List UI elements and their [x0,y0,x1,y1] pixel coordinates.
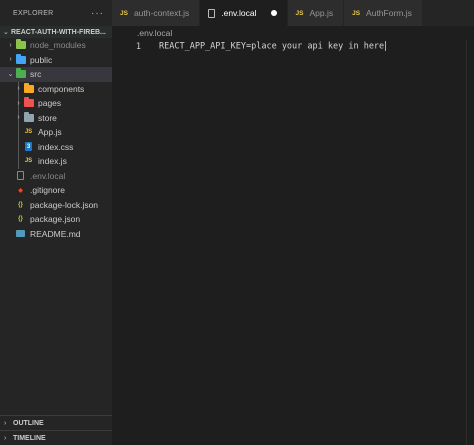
timeline-panel-header[interactable]: › TIMELINE [0,430,112,445]
js-file-icon: JS [352,9,361,17]
components-folder-icon [23,82,34,93]
editor-scrollbar[interactable] [466,40,474,445]
js-file-icon: JS [120,9,128,17]
tree-item-label: README.md [30,228,81,239]
workspace-root-label: REACT-AUTH-WITH-FIREB... [11,28,106,36]
tab-label: auth-context.js [133,8,190,18]
node-modules-folder-icon [15,39,26,50]
js-file-icon: JS [24,129,33,136]
css-file-icon: 3 [25,142,32,152]
outline-label: OUTLINE [13,419,44,427]
tree-item-app-js[interactable]: JS App.js [0,125,112,140]
js-file-icon: JS [295,9,304,17]
tree-item-label: store [38,112,57,123]
tree-item-index-css[interactable]: 3 index.css [0,140,112,155]
chevron-right-icon: › [9,41,12,49]
tree-item-label: package.json [30,214,81,225]
workspace-root[interactable]: ⌄ REACT-AUTH-WITH-FIREB... [0,26,112,38]
line-text[interactable]: REACT_APP_API_KEY=place your api key in … [159,41,387,52]
tab-auth-context-js[interactable]: JS auth-context.js [112,0,201,26]
file-icon [17,171,24,181]
code-editor[interactable]: 1 REACT_APP_API_KEY=place your api key i… [112,40,474,445]
text-cursor [385,41,387,52]
file-tree: › node_modules › public ⌄ src › componen… [0,38,112,241]
outline-panel-header[interactable]: › OUTLINE [0,415,112,430]
js-file-icon: JS [24,158,33,165]
timeline-label: TIMELINE [13,434,46,442]
chevron-down-icon: ⌄ [3,29,9,36]
tree-item-index-js[interactable]: JS index.js [0,154,112,169]
tab-authform-js[interactable]: JS AuthForm.js [344,0,423,26]
chevron-right-icon: › [17,114,20,122]
tree-item-label: pages [38,98,62,109]
readme-icon [16,230,25,238]
tab-app-js[interactable]: JS App.js [287,0,345,26]
json-file-icon: {} [18,201,23,208]
tree-item-label: .env.local [30,170,66,181]
explorer-sidebar: EXPLORER ··· ⌄ REACT-AUTH-WITH-FIREB... … [0,0,112,445]
tab-label: AuthForm.js [366,8,412,18]
unsaved-dot-icon[interactable] [270,10,277,16]
code-line[interactable]: 1 REACT_APP_API_KEY=place your api key i… [112,40,474,53]
tree-item-label: .gitignore [30,185,65,196]
more-actions-icon[interactable]: ··· [91,8,104,19]
tree-item-src[interactable]: ⌄ src [0,67,112,82]
chevron-right-icon: › [4,419,7,427]
tree-item-pages[interactable]: › pages [0,96,112,111]
tree-item-package-json[interactable]: {} package.json [0,212,112,227]
tree-item-label: index.css [38,141,74,152]
pages-folder-icon [23,97,34,108]
chevron-right-icon: › [9,56,12,64]
src-folder-icon [15,68,26,79]
tree-item-gitignore[interactable]: ◆ .gitignore [0,183,112,198]
tree-item-components[interactable]: › components [0,82,112,97]
tree-item-label: src [30,69,42,80]
chevron-down-icon: ⌄ [7,71,14,79]
tab-label: .env.local [221,8,257,18]
tab-env-local[interactable]: .env.local [200,0,288,26]
explorer-title: EXPLORER [13,9,54,17]
public-folder-icon [15,53,26,64]
file-icon [208,8,216,18]
tree-item-env-local[interactable]: .env.local [0,169,112,184]
tree-item-label: App.js [38,127,62,138]
explorer-header: EXPLORER ··· [0,0,112,26]
json-file-icon: {} [18,216,23,223]
breadcrumb: .env.local [112,26,474,40]
store-folder-icon [23,111,34,122]
tree-item-node-modules[interactable]: › node_modules [0,38,112,53]
tree-item-store[interactable]: › store [0,111,112,126]
tree-item-readme[interactable]: README.md [0,227,112,242]
tree-item-package-lock-json[interactable]: {} package-lock.json [0,198,112,213]
git-icon: ◆ [18,187,23,194]
chevron-right-icon: › [17,85,20,93]
src-children: › components › pages › store JS App.js 3… [0,81,112,169]
breadcrumb-file[interactable]: .env.local [137,28,172,38]
tree-item-label: components [38,83,85,94]
tree-item-public[interactable]: › public [0,53,112,68]
chevron-right-icon: › [4,434,7,442]
chevron-right-icon: › [17,99,20,107]
tab-label: App.js [309,8,334,18]
editor-tab-bar: JS auth-context.js .env.local JS App.js … [112,0,474,26]
line-content: REACT_APP_API_KEY=place your api key in … [159,41,385,52]
tree-item-label: package-lock.json [30,199,99,210]
line-number: 1 [135,41,141,52]
tree-item-label: public [30,54,53,65]
tree-item-label: index.js [38,156,67,167]
tree-item-label: node_modules [30,40,86,51]
